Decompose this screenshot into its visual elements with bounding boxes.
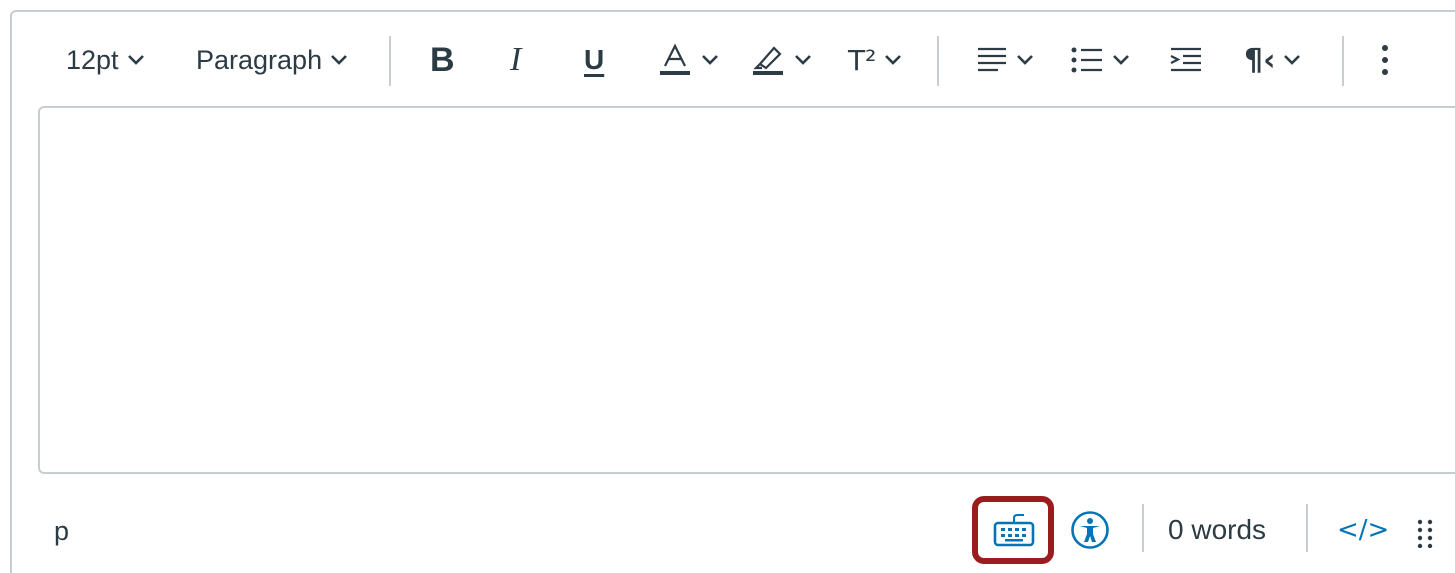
superscript-button[interactable]: T² (848, 40, 902, 80)
paragraph-direction-icon: ¶‹ (1244, 42, 1276, 78)
font-size-dropdown[interactable]: 12pt (66, 40, 145, 80)
chevron-down-icon (127, 55, 144, 65)
block-format-dropdown[interactable]: Paragraph (196, 40, 348, 80)
text-color-button[interactable] (657, 40, 719, 80)
more-vertical-icon (1382, 45, 1388, 75)
underline-icon: U (584, 44, 605, 75)
editor-content-area[interactable] (38, 106, 1455, 474)
chevron-down-icon (702, 55, 718, 65)
editor-status-bar: p 0 words </> (12, 482, 1455, 573)
resize-handle[interactable] (1416, 518, 1434, 549)
status-divider (1142, 504, 1144, 552)
editor-toolbar: 12pt Paragraph B I U T² ¶‹ (12, 12, 1455, 107)
chevron-down-icon (795, 55, 811, 65)
superscript-icon: T² (848, 43, 877, 77)
toolbar-divider (389, 36, 391, 86)
block-format-label: Paragraph (196, 44, 323, 75)
indent-button[interactable] (1169, 40, 1203, 80)
font-size-label: 12pt (66, 44, 119, 75)
element-path[interactable]: p (54, 516, 69, 547)
align-icon (978, 47, 1006, 72)
chevron-down-icon (1017, 55, 1033, 65)
text-color-icon (660, 43, 690, 75)
rich-content-editor: 12pt Paragraph B I U T² ¶‹ p 0 words </> (10, 10, 1455, 573)
accessibility-checker-button[interactable] (1070, 510, 1110, 550)
keyboard-icon (993, 514, 1035, 547)
bold-button[interactable]: B (430, 40, 455, 80)
paragraph-direction-button[interactable]: ¶‹ (1244, 40, 1301, 80)
list-button[interactable] (1070, 40, 1130, 80)
keyboard-shortcuts-button[interactable] (990, 512, 1038, 548)
more-options-button[interactable] (1380, 40, 1390, 80)
accessibility-icon (1071, 511, 1109, 549)
chevron-down-icon (1113, 55, 1129, 65)
italic-button[interactable]: I (510, 40, 521, 80)
toolbar-divider (937, 36, 939, 86)
bold-icon: B (430, 40, 455, 79)
highlight-color-button[interactable] (750, 40, 812, 80)
resize-grip-icon (1417, 519, 1433, 549)
indent-icon (1170, 47, 1201, 72)
list-icon (1071, 47, 1102, 73)
html-editor-toggle-button[interactable]: </> (1337, 515, 1389, 545)
align-button[interactable] (976, 40, 1034, 80)
status-divider (1306, 504, 1308, 552)
chevron-down-icon (331, 55, 348, 65)
italic-icon: I (510, 41, 522, 78)
chevron-down-icon (1284, 55, 1301, 65)
toolbar-divider (1342, 36, 1344, 86)
word-count: 0 words (1168, 514, 1267, 545)
highlight-color-icon (753, 46, 783, 75)
chevron-down-icon (885, 55, 902, 65)
underline-button[interactable]: U (584, 40, 604, 80)
